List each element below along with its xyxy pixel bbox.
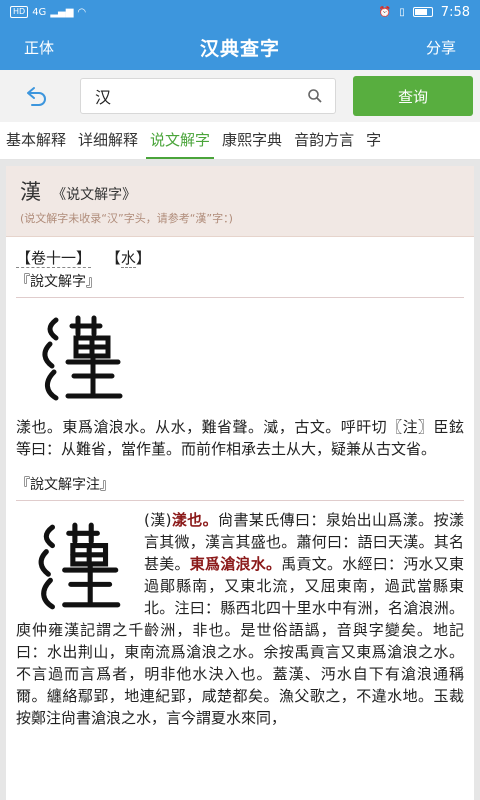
hd-badge: HD (10, 6, 29, 18)
quoted-definition: 東爲滄浪水。 (189, 555, 282, 573)
shuowen-text: 漾也。東爲滄浪水。从水，難省聲。㵄，古文。呼旰切〖注〗臣鉉等曰：从難省，當作堇。… (16, 418, 464, 458)
seal-image-1 (16, 306, 464, 416)
volume-line: 【卷十一】 【水】 (16, 249, 151, 268)
alarm-icon: ⏰ (378, 6, 392, 18)
quoted-definition: 漾也。 (171, 511, 219, 529)
share-button[interactable]: 分享 (426, 37, 456, 58)
status-left: HD 4G ▂▄▆ ◠ (10, 6, 86, 18)
search-icon[interactable] (307, 88, 323, 104)
section-title-shuowen: 『說文解字』 (16, 274, 100, 290)
signal-icon: ▂▄▆ (50, 6, 74, 18)
tab-kangxi[interactable]: 康熙字典 (216, 122, 288, 159)
wifi-icon: ◠ (77, 6, 87, 18)
entry-body: 【卷十一】 【水】 『說文解字』 漾也。東爲滄浪水。从水，難省聲。㵄，古文。呼旰… (6, 237, 474, 729)
tab-detailed[interactable]: 详细解释 (72, 122, 144, 159)
app-bar: 正体 汉典查字 分享 (0, 24, 480, 70)
clock: 7:58 (440, 4, 470, 20)
seal-script-icon (42, 315, 123, 401)
shuowen-zhu-text: (漢)漾也。尙書某氏傳曰：泉始出山爲漾。按漾言其微，漢言其盛也。蕭何曰：語曰天漢… (16, 509, 464, 727)
search-input-value: 汉 (95, 88, 112, 107)
status-bar: HD 4G ▂▄▆ ◠ ⏰ ▯ 7:58 (0, 0, 480, 24)
divider (16, 297, 464, 298)
battery-icon (412, 7, 433, 17)
card-header: 漢 《说文解字》 (说文解字未收录“汉”字头，请参考“漢”字：) (6, 166, 474, 237)
status-right: ⏰ ▯ 7:58 (379, 5, 470, 20)
seal-script-icon (38, 522, 121, 610)
entry-note: (说文解字未收录“汉”字头，请参考“漢”字：) (20, 212, 233, 225)
radical-link[interactable]: 水 (120, 249, 136, 268)
tab-more[interactable]: 字 (360, 122, 387, 159)
entry-card: 漢 《说文解字》 (说文解字未收录“汉”字头，请参考“漢”字：) 【卷十一】 【… (6, 166, 474, 800)
volume-link[interactable]: 【卷十一】 (16, 249, 92, 268)
seal-image-2 (16, 509, 140, 617)
back-icon[interactable] (22, 84, 48, 108)
content-area[interactable]: 漢 《说文解字》 (说文解字未收录“汉”字头，请参考“漢”字：) 【卷十一】 【… (0, 160, 480, 800)
tab-basic[interactable]: 基本解释 (0, 122, 72, 159)
search-input[interactable]: 汉 (80, 78, 336, 114)
network-label: 4G (32, 6, 47, 18)
entry-source: 《说文解字》 (52, 187, 137, 203)
tab-bar: 基本解释 详细解释 说文解字 康熙字典 音韵方言 字 (0, 122, 480, 160)
tab-shuowen[interactable]: 说文解字 (144, 122, 216, 159)
tab-dialect[interactable]: 音韵方言 (288, 122, 360, 159)
entry-character: 漢 (20, 180, 41, 204)
vibrate-icon: ▯ (399, 6, 405, 18)
app-title: 汉典查字 (199, 37, 280, 60)
search-row: 汉 查询 (0, 70, 480, 122)
traditional-toggle-button[interactable]: 正体 (24, 37, 54, 58)
query-button[interactable]: 查询 (353, 76, 473, 116)
section-title-shuowen-zhu: 『說文解字注』 (16, 477, 114, 493)
divider (16, 500, 464, 501)
